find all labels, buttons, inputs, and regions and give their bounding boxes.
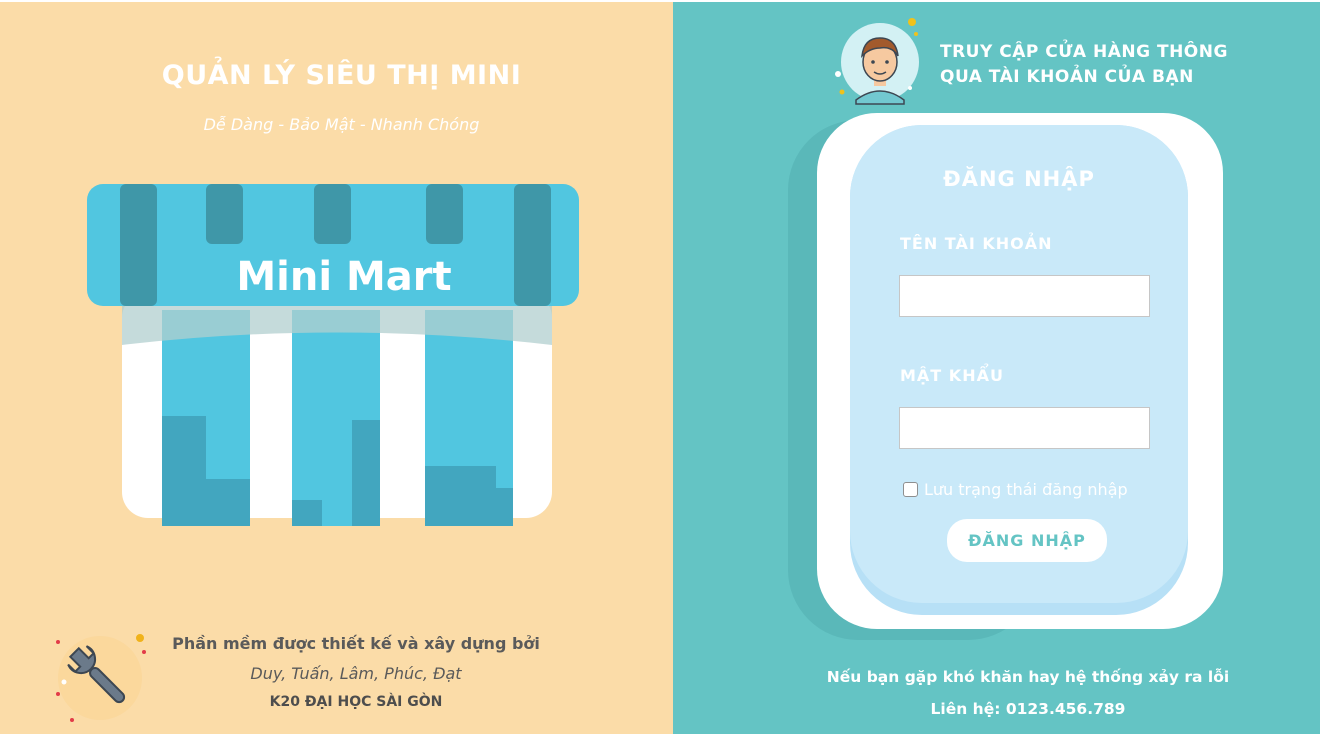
credits-school: K20 ĐẠI HỌC SÀI GÒN bbox=[269, 694, 443, 710]
username-label: TÊN TÀI KHOẢN bbox=[900, 234, 1053, 253]
store-illustration-icon: Mini Mart bbox=[86, 182, 581, 528]
remember-label[interactable]: Lưu trạng thái đăng nhập bbox=[924, 480, 1128, 499]
support-contact: Liên hệ: 0123.456.789 bbox=[930, 700, 1126, 718]
remember-login-option[interactable]: Lưu trạng thái đăng nhập bbox=[903, 479, 1128, 499]
password-input[interactable] bbox=[899, 407, 1150, 449]
access-headline-line2: QUA TÀI KHOẢN CỦA BẠN bbox=[940, 67, 1194, 87]
user-avatar-icon bbox=[834, 16, 926, 108]
login-button[interactable]: ĐĂNG NHẬP bbox=[947, 519, 1107, 562]
wrench-icon bbox=[54, 632, 150, 724]
support-message: Nếu bạn gặp khó khăn hay hệ thống xảy ra… bbox=[826, 668, 1230, 686]
credits-heading: Phần mềm được thiết kế và xây dựng bởi bbox=[172, 634, 540, 653]
access-headline-line1: TRUY CẬP CỬA HÀNG THÔNG bbox=[940, 42, 1228, 62]
password-label: MẬT KHẨU bbox=[900, 366, 1004, 385]
login-title: ĐĂNG NHẬP bbox=[943, 167, 1095, 191]
store-sign-text: Mini Mart bbox=[236, 254, 451, 300]
credits-authors: Duy, Tuấn, Lâm, Phúc, Đạt bbox=[250, 664, 462, 683]
top-border bbox=[0, 0, 1320, 2]
username-input[interactable] bbox=[899, 275, 1150, 317]
remember-checkbox[interactable] bbox=[903, 481, 918, 497]
app-tagline: Dễ Dàng - Bảo Mật - Nhanh Chóng bbox=[203, 115, 480, 134]
app-title: QUẢN LÝ SIÊU THỊ MINI bbox=[161, 60, 522, 91]
